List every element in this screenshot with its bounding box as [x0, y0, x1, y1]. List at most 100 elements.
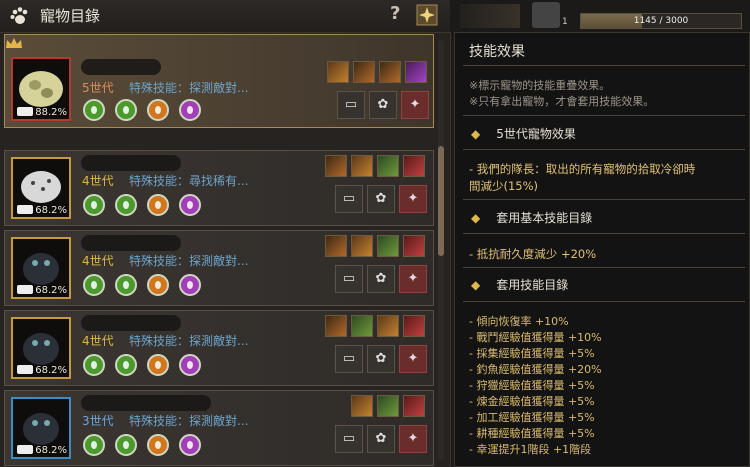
- title-bar: 寵物目錄 ?: [0, 0, 450, 33]
- skill-icon[interactable]: [325, 155, 347, 177]
- skill-circle-icon[interactable]: [83, 274, 105, 296]
- pet-card[interactable]: 88.2% 5世代 特殊技能：探測敵對... ▭ ✿ ✦: [4, 34, 434, 128]
- paw-action-button[interactable]: ✿: [367, 265, 395, 293]
- pet-skill-text: 特殊技能：探測敵對...: [129, 254, 249, 268]
- skill-circle-icon[interactable]: [179, 274, 201, 296]
- skill-icon[interactable]: [325, 315, 347, 337]
- skill-circle-icon[interactable]: [83, 194, 105, 216]
- skill-icon[interactable]: [377, 395, 399, 417]
- skill-circle-icon[interactable]: [83, 99, 105, 121]
- pet-tag-icon: [17, 205, 33, 214]
- effect-line: - 我們的隊長：取出的所有寵物的拾取冷卻時: [469, 162, 696, 176]
- skill-circle-icon[interactable]: [147, 354, 169, 376]
- divider: [463, 65, 745, 66]
- crown-icon: [6, 38, 22, 48]
- skill-icon[interactable]: [351, 315, 373, 337]
- skill-circle-icon[interactable]: [115, 434, 137, 456]
- skill-icon[interactable]: [351, 395, 373, 417]
- pet-tag-icon: [17, 107, 33, 116]
- pet-skill-text: 特殊技能：探測敵對...: [129, 414, 249, 428]
- pet-portrait[interactable]: 88.2%: [11, 57, 71, 121]
- skill-icon[interactable]: [351, 235, 373, 257]
- skill-icon[interactable]: [403, 155, 425, 177]
- divider: [463, 199, 745, 200]
- mask-icon: [532, 2, 560, 28]
- skill-circle-icon[interactable]: [115, 194, 137, 216]
- skill-circle-icon[interactable]: [83, 434, 105, 456]
- skill-icon[interactable]: [377, 235, 399, 257]
- skill-icon[interactable]: [403, 395, 425, 417]
- skill-icon[interactable]: [379, 61, 401, 83]
- pet-card[interactable]: 68.2% 4世代 特殊技能：尋找稀有... ▭ ✿ ✦: [4, 150, 434, 226]
- skill-circle-icon[interactable]: [179, 99, 201, 121]
- paw-icon: [10, 7, 28, 24]
- skill-icon[interactable]: [327, 61, 349, 83]
- skill-circle-icon[interactable]: [179, 354, 201, 376]
- effect-line: - 採集經驗值獲得量 +5%: [469, 347, 595, 360]
- feed-button[interactable]: ▭: [335, 425, 363, 453]
- skill-icon[interactable]: [377, 315, 399, 337]
- pet-card[interactable]: 68.2% 4世代 特殊技能：探測敵對... ▭ ✿ ✦: [4, 230, 434, 306]
- skill-circle-icon[interactable]: [115, 274, 137, 296]
- paw-action-button[interactable]: ✿: [367, 185, 395, 213]
- feed-button[interactable]: ▭: [335, 185, 363, 213]
- pet-name-redacted: [81, 395, 211, 411]
- pet-portrait[interactable]: 68.2%: [11, 237, 71, 299]
- window-title: 寵物目錄: [40, 7, 101, 25]
- skill-circle-icon[interactable]: [147, 274, 169, 296]
- seal-button[interactable]: ✦: [399, 185, 427, 213]
- pet-portrait[interactable]: 68.2%: [11, 397, 71, 459]
- skill-circle-icon[interactable]: [115, 99, 137, 121]
- pet-percent: 68.2%: [35, 445, 67, 456]
- status-bar: 1 1145 / 3000: [450, 0, 750, 32]
- skill-icon[interactable]: [353, 61, 375, 83]
- feed-button[interactable]: ▭: [337, 91, 365, 119]
- pet-list: 88.2% 5世代 特殊技能：探測敵對... ▭ ✿ ✦ 68.2% 4世代 特…: [0, 32, 450, 467]
- pet-card[interactable]: 68.2% 3世代 特殊技能：探測敵對... ▭ ✿ ✦: [4, 390, 434, 466]
- skill-circle-icon[interactable]: [147, 434, 169, 456]
- pet-portrait[interactable]: 68.2%: [11, 157, 71, 219]
- skill-icon[interactable]: [377, 155, 399, 177]
- pet-percent: 68.2%: [35, 205, 67, 216]
- divider: [463, 301, 745, 302]
- paw-action-button[interactable]: ✿: [367, 425, 395, 453]
- feed-button[interactable]: ▭: [335, 265, 363, 293]
- pet-card[interactable]: 68.2% 4世代 特殊技能：探測敵對... ▭ ✿ ✦: [4, 310, 434, 386]
- pet-percent: 88.2%: [35, 107, 67, 118]
- exp-bar: 1145 / 3000: [580, 13, 742, 29]
- pet-generation: 3世代: [82, 414, 114, 428]
- seal-button[interactable]: ✦: [399, 345, 427, 373]
- pet-portrait[interactable]: 68.2%: [11, 317, 71, 379]
- paw-action-button[interactable]: ✿: [367, 345, 395, 373]
- skill-icon[interactable]: [351, 155, 373, 177]
- skill-circle-icon[interactable]: [179, 194, 201, 216]
- pet-percent: 68.2%: [35, 285, 67, 296]
- skill-icon[interactable]: [403, 315, 425, 337]
- effect-line: - 煉金經驗值獲得量 +5%: [469, 395, 595, 408]
- seal-button[interactable]: ✦: [399, 425, 427, 453]
- skill-icon[interactable]: [405, 61, 427, 83]
- skill-icon[interactable]: [403, 235, 425, 257]
- pet-name-redacted: [81, 155, 181, 171]
- skill-circle-icon[interactable]: [147, 99, 169, 121]
- skill-icon[interactable]: [325, 235, 347, 257]
- skill-circle-icon[interactable]: [147, 194, 169, 216]
- seal-button[interactable]: ✦: [401, 91, 429, 119]
- status-gauge: [460, 4, 520, 28]
- skill-circle-icon[interactable]: [83, 354, 105, 376]
- skill-circle-icon[interactable]: [115, 354, 137, 376]
- pet-tag-icon: [17, 365, 33, 374]
- sparkle-settings-icon[interactable]: [416, 4, 438, 26]
- pet-generation: 4世代: [82, 174, 114, 188]
- pet-skill-text: 特殊技能：探測敵對...: [129, 334, 249, 348]
- feed-button[interactable]: ▭: [335, 345, 363, 373]
- skill-effect-tooltip: 技能效果 ※標示寵物的技能重疊效果。 ※只有拿出寵物，才會套用技能效果。 ◆ 5世…: [454, 32, 750, 467]
- paw-action-button[interactable]: ✿: [369, 91, 397, 119]
- pet-skill-text: 特殊技能：尋找稀有...: [129, 174, 249, 188]
- effect-line: - 抵抗耐久度減少 +20%: [469, 247, 597, 261]
- seal-button[interactable]: ✦: [399, 265, 427, 293]
- help-button[interactable]: ?: [390, 3, 400, 24]
- skill-circle-icon[interactable]: [179, 434, 201, 456]
- divider: [463, 267, 745, 268]
- pet-list-window: 寵物目錄 ? 88.2% 5世代 特殊技能：探測敵對... ▭ ✿ ✦ 68.2…: [0, 0, 451, 467]
